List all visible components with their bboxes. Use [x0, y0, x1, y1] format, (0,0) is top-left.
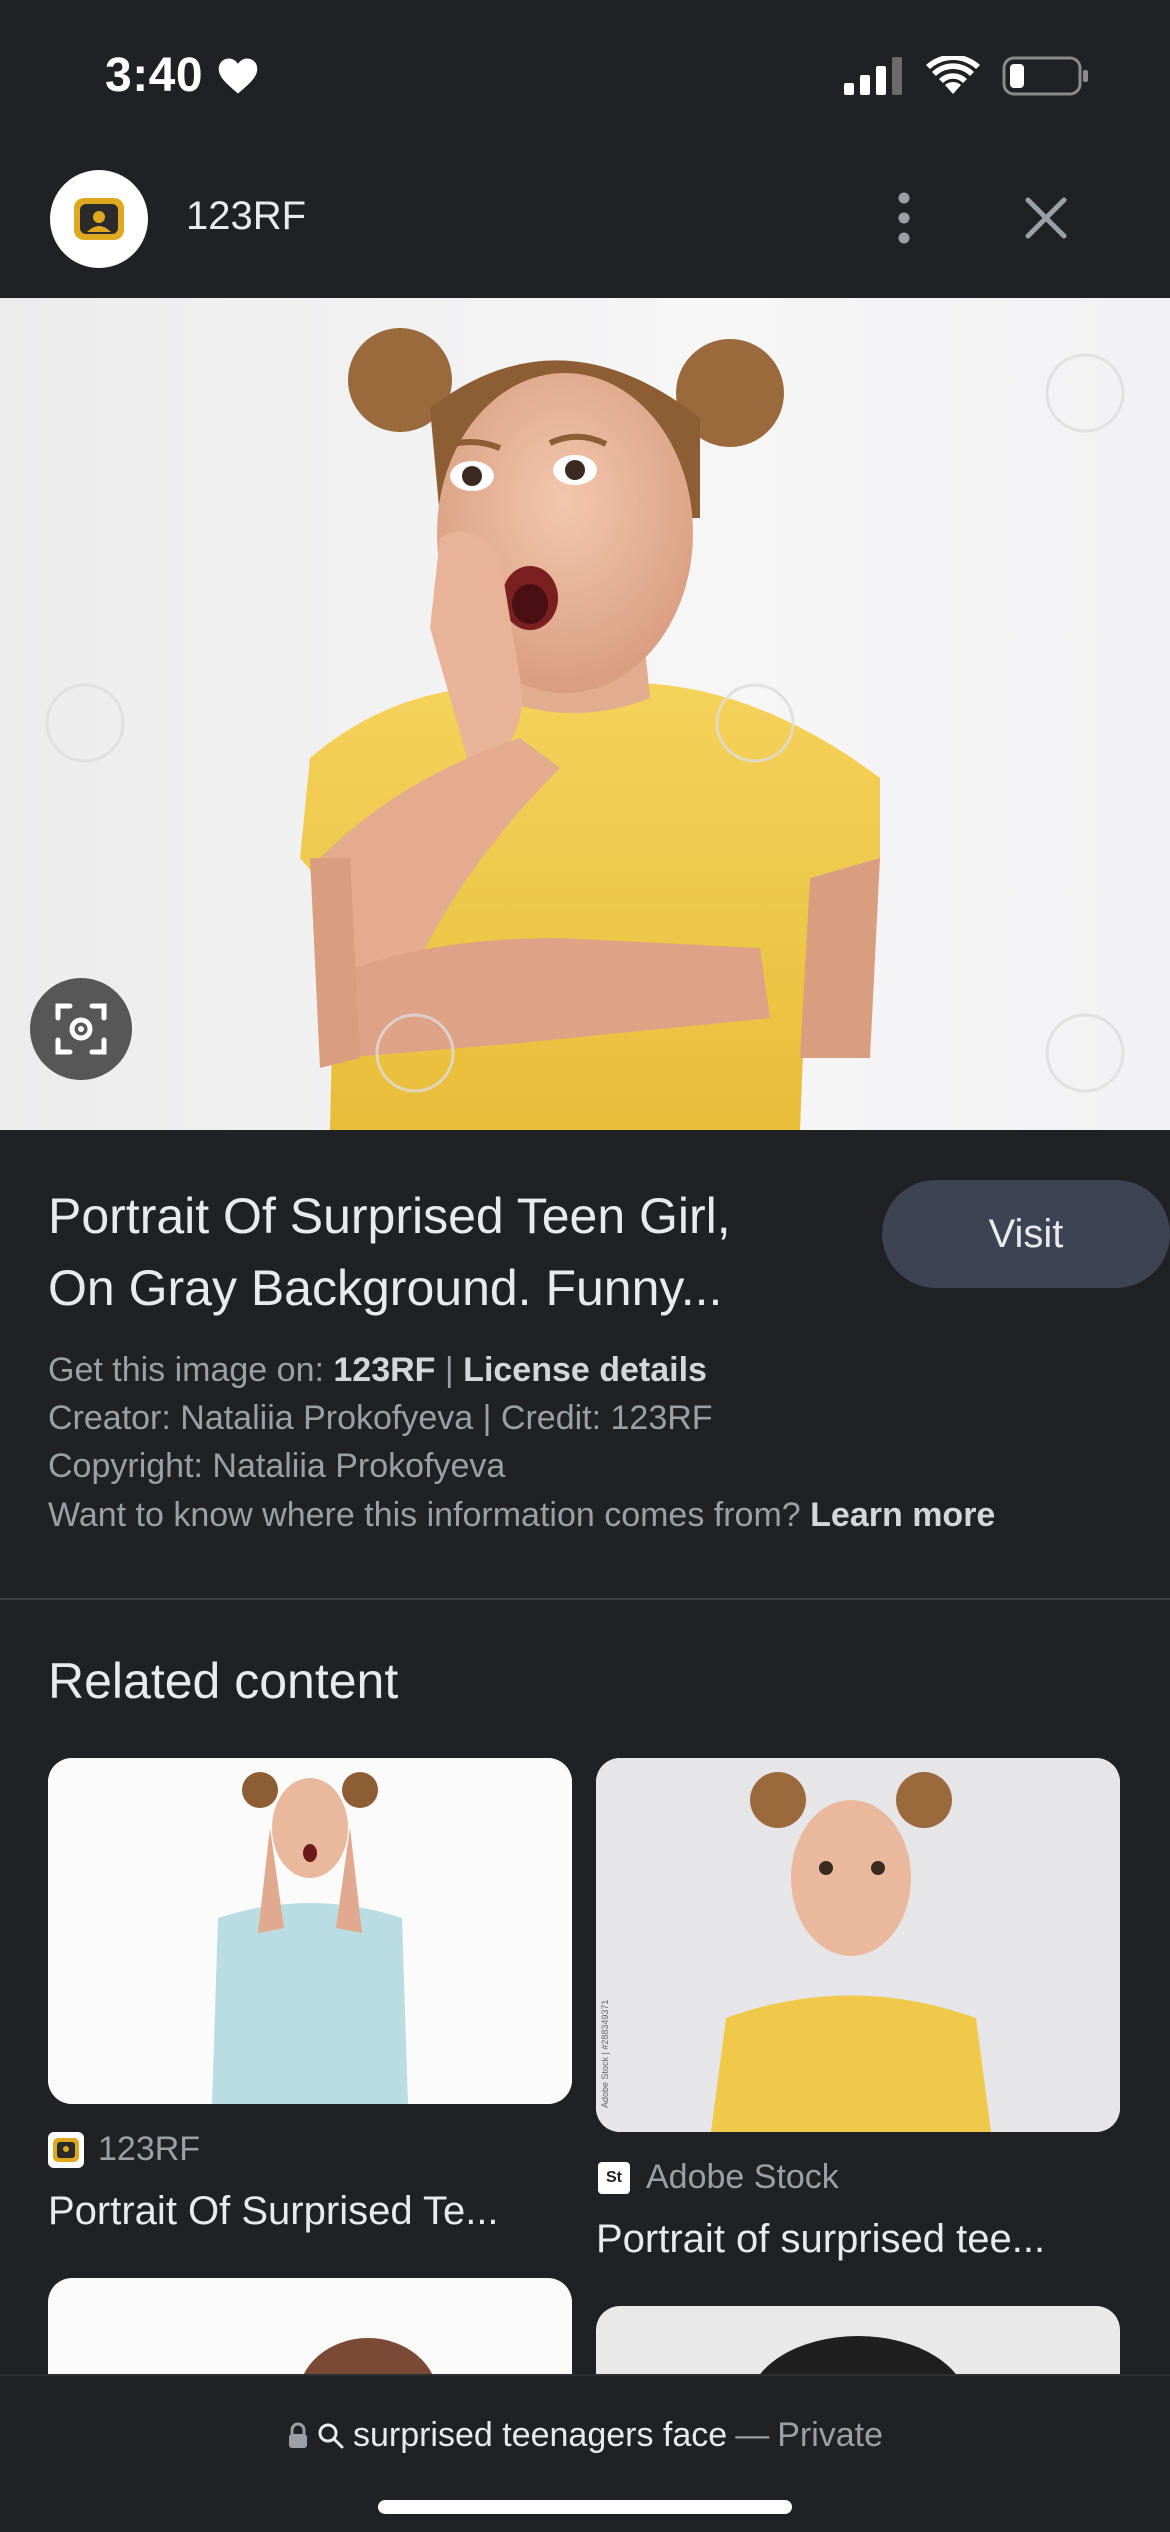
image-title: Portrait Of Surprised Teen Girl, On Gray… — [48, 1180, 868, 1324]
related-source[interactable]: 123RF — [48, 2130, 572, 2169]
lock-icon — [288, 2422, 307, 2448]
adobe-stock-icon: St — [596, 2159, 632, 2196]
home-indicator[interactable] — [378, 2500, 792, 2514]
lens-icon — [55, 1003, 107, 1055]
license-details-link[interactable]: License details — [463, 1351, 707, 1389]
meta-separator: | — [435, 1351, 464, 1389]
section-divider — [0, 1598, 1170, 1600]
main-image[interactable] — [0, 298, 1170, 1130]
info-question: Want to know where this information come… — [48, 1496, 811, 1534]
related-card[interactable]: Adobe Stock | #288349371 St Adobe Stock … — [596, 1758, 1120, 2262]
close-icon — [1025, 197, 1067, 239]
related-heading: Related content — [48, 1653, 399, 1709]
related-thumbnail[interactable]: Adobe Stock | #288349371 — [596, 1758, 1120, 2132]
visit-button[interactable]: Visit — [882, 1180, 1170, 1288]
related-source-name: Adobe Stock — [646, 2158, 839, 2196]
related-source-name: 123RF — [98, 2130, 201, 2168]
related-card[interactable]: 123RF Portrait Of Surprised Te... — [48, 1758, 572, 2234]
more-vertical-icon — [898, 192, 910, 244]
more-options-button[interactable] — [880, 184, 928, 252]
creator-line: Creator: Nataliia Prokofyeva | Credit: 1… — [48, 1399, 713, 1437]
lens-search-button[interactable] — [30, 978, 132, 1080]
get-image-source-link[interactable]: 123RF — [333, 1351, 435, 1389]
learn-more-link[interactable]: Learn more — [810, 1496, 995, 1534]
image-title-line2: On Gray Background. Funny... — [48, 1260, 723, 1316]
related-title[interactable]: Portrait of surprised tee... — [596, 2217, 1120, 2262]
bottom-address-bar[interactable]: surprised teenagers face — Private — [0, 2374, 1170, 2532]
source-123rf-icon — [48, 2131, 84, 2168]
stock-side-text: Adobe Stock | #288349371 — [600, 1999, 610, 2108]
cellular-signal-icon — [844, 57, 902, 95]
camera-logo-icon — [74, 198, 124, 240]
related-photo — [596, 1758, 1120, 2132]
viewer-header: 123RF — [0, 150, 1170, 298]
search-query: surprised teenagers face — [352, 2416, 728, 2454]
site-name[interactable]: 123RF — [186, 194, 306, 239]
wifi-icon — [926, 56, 980, 94]
status-bar: 3:40 — [0, 0, 1170, 150]
copyright-line: Copyright: Nataliia Prokofyeva — [48, 1447, 506, 1485]
search-query-row[interactable]: surprised teenagers face — Private — [0, 2416, 1170, 2455]
status-icons — [844, 56, 1090, 96]
site-logo[interactable] — [50, 170, 148, 268]
get-image-line: Get this image on: 123RF | License detai… — [48, 1346, 713, 1394]
image-meta: Get this image on: 123RF | License detai… — [48, 1346, 713, 1490]
private-mode-label: Private — [777, 2416, 884, 2454]
battery-icon — [1002, 56, 1088, 96]
heart-icon — [218, 58, 258, 93]
image-title-line1: Portrait Of Surprised Teen Girl, — [48, 1188, 731, 1244]
related-thumbnail[interactable] — [48, 1758, 572, 2104]
info-source-line: Want to know where this information come… — [48, 1496, 995, 1535]
status-time-text: 3:40 — [105, 49, 204, 102]
search-icon — [318, 2423, 344, 2448]
status-time: 3:40 — [105, 48, 259, 103]
related-photo — [48, 1758, 572, 2104]
related-title[interactable]: Portrait Of Surprised Te... — [48, 2189, 572, 2234]
query-separator: — — [735, 2416, 770, 2454]
close-button[interactable] — [1014, 186, 1078, 250]
related-source[interactable]: St Adobe Stock — [596, 2158, 1120, 2197]
portrait-photo — [45, 328, 1125, 1130]
get-image-prefix: Get this image on: — [48, 1351, 334, 1389]
